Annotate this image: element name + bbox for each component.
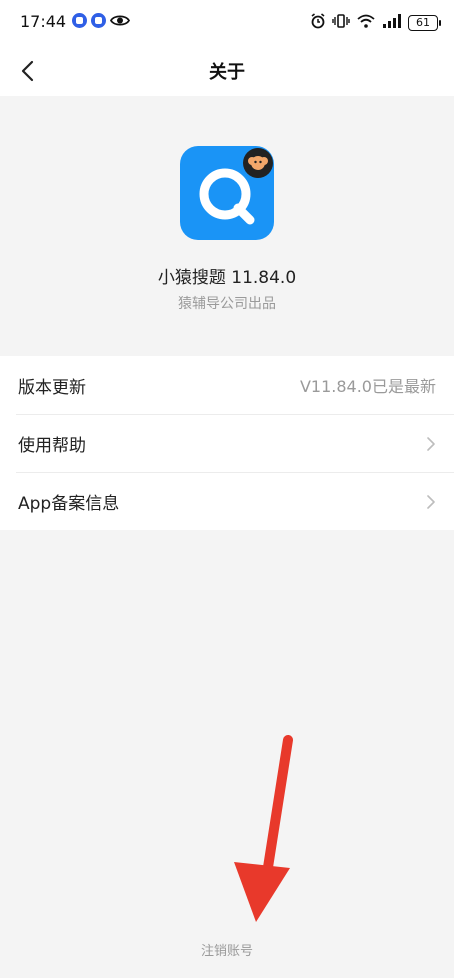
- settings-list: 版本更新 V11.84.0已是最新 使用帮助 App备案信息: [0, 356, 454, 530]
- alarm-icon: [310, 13, 326, 32]
- vibrate-icon: [332, 13, 350, 32]
- row-label: 使用帮助: [18, 436, 86, 456]
- chevron-right-icon: [427, 494, 435, 509]
- version-status: V11.84.0已是最新: [299, 377, 436, 396]
- app-info-section: 小猿搜题 11.84.0 猿辅导公司出品: [0, 96, 454, 354]
- monkey-badge-icon: [243, 148, 273, 178]
- app-notification-icon: [91, 13, 106, 28]
- app-name: 小猿搜题 11.84.0: [157, 268, 297, 288]
- status-bar: 17:44 61: [0, 0, 454, 46]
- status-left-icons: [72, 13, 131, 28]
- battery-icon: 61: [408, 14, 441, 31]
- chevron-right-icon: [427, 436, 435, 451]
- nav-bar: 关于: [0, 46, 454, 96]
- version-update-row[interactable]: 版本更新 V11.84.0已是最新: [0, 356, 454, 414]
- app-filing-info-row[interactable]: App备案信息: [16, 472, 454, 530]
- page-title: 关于: [209, 62, 245, 83]
- row-label: App备案信息: [18, 494, 120, 514]
- signal-icon: [382, 14, 402, 31]
- app-publisher: 猿辅导公司出品: [178, 296, 276, 312]
- status-right-icons: 61: [310, 13, 441, 32]
- status-time: 17:44: [20, 12, 67, 31]
- wifi-icon: [356, 13, 376, 32]
- app-notification-icon: [72, 13, 87, 28]
- logout-account-link[interactable]: 注销账号: [0, 940, 454, 959]
- row-label: 版本更新: [18, 377, 86, 398]
- help-row[interactable]: 使用帮助: [16, 414, 454, 472]
- eye-icon: [109, 13, 131, 28]
